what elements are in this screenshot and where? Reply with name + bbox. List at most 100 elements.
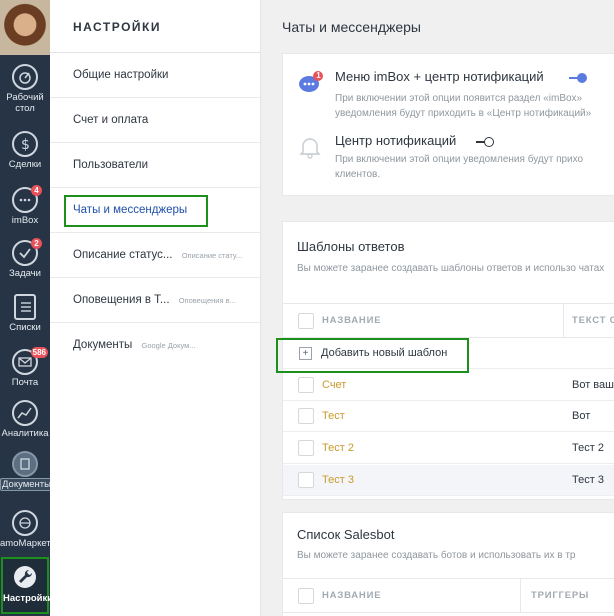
column-separator — [520, 579, 521, 612]
nav-market[interactable]: amoМаркет — [0, 510, 51, 549]
nav-mail-label: Почта — [11, 377, 39, 388]
menu-item-documents[interactable]: Документы Google Докум... — [50, 323, 260, 368]
column-header-name[interactable]: НАЗВАНИЕ — [322, 579, 381, 612]
salesbot-card: Список Salesbot Вы можете заранее создав… — [282, 512, 614, 616]
menu-item-sublabel: Описание стату... — [181, 251, 243, 260]
add-template-row[interactable]: + Добавить новый шаблон — [276, 338, 614, 373]
menu-item-sublabel: Google Докум... — [141, 341, 196, 350]
menu-item-users[interactable]: Пользователи — [50, 143, 260, 188]
main-navigation-rail: Рабочий стол $ Сделки 4 imBox 2 Задачи С… — [0, 0, 53, 616]
template-name[interactable]: Счет — [322, 379, 346, 391]
nav-deals[interactable]: $ Сделки — [0, 131, 50, 170]
menu-item-general[interactable]: Общие настройки — [50, 53, 260, 98]
imbox-notification-badge: 1 — [316, 71, 321, 80]
menu-item-chats[interactable]: Чаты и мессенджеры — [50, 188, 260, 233]
documents-icon — [12, 451, 38, 477]
imbox-chat-icon: 1 — [297, 70, 323, 96]
nav-imbox-label: imBox — [11, 215, 39, 226]
user-avatar[interactable] — [0, 0, 50, 55]
nav-tasks[interactable]: 2 Задачи — [0, 238, 50, 279]
nav-lists-label: Списки — [9, 322, 41, 333]
chat-options-card: 1 Меню imBox + центр нотификаций При вкл… — [282, 53, 614, 196]
row-checkbox[interactable] — [298, 472, 314, 488]
template-row[interactable]: Тест Вот — [283, 401, 614, 432]
column-header-text[interactable]: ТЕКСТ О — [572, 304, 614, 337]
notification-center-toggle[interactable] — [476, 137, 494, 147]
wrench-icon — [12, 565, 38, 591]
page-title: Чаты и мессенджеры — [282, 19, 421, 35]
nav-settings-label: Настройки — [3, 593, 54, 604]
imbox-option-title: Меню imBox + центр нотификаций — [335, 69, 544, 84]
plus-icon: + — [299, 347, 312, 360]
templates-title: Шаблоны ответов — [297, 239, 405, 254]
nav-dashboard-label-2: стол — [15, 103, 35, 114]
market-icon — [12, 510, 38, 536]
nav-tasks-label: Задачи — [9, 268, 41, 279]
toggle-knob — [577, 73, 587, 83]
salesbot-table-header: НАЗВАНИЕ ТРИГГЕРЫ — [283, 578, 614, 613]
analytics-icon — [12, 400, 38, 426]
column-header-triggers[interactable]: ТРИГГЕРЫ — [531, 579, 589, 612]
menu-item-sublabel: Оповещения в... — [178, 296, 236, 305]
main-content: Чаты и мессенджеры 1 Меню imBox + центр … — [262, 0, 614, 616]
row-checkbox[interactable] — [298, 377, 314, 393]
templates-description: Вы можете заранее создавать шаблоны отве… — [297, 263, 605, 274]
chat-icon: 4 — [12, 185, 42, 213]
description-line: уведомления будут приходить в «Центр нот… — [335, 108, 592, 119]
mail-badge: 586 — [30, 347, 48, 358]
nav-analytics-label: Аналитика — [1, 428, 49, 439]
tasks-badge: 2 — [31, 238, 42, 249]
nav-documents[interactable]: Документы — [0, 451, 53, 491]
row-checkbox[interactable] — [298, 408, 314, 424]
row-checkbox[interactable] — [298, 440, 314, 456]
column-separator — [563, 304, 564, 337]
description-line: При включении этой опции уведомления буд… — [335, 154, 584, 165]
menu-item-label: Счет и оплата — [73, 114, 149, 126]
menu-item-label: Документы — [73, 339, 133, 351]
nav-dashboard[interactable]: Рабочий стол — [0, 64, 50, 114]
template-row[interactable]: Тест 3 Тест 3 — [283, 465, 614, 496]
mail-icon: 586 — [12, 347, 48, 375]
nav-market-label: amoМаркет — [0, 538, 51, 549]
column-header-name[interactable]: НАЗВАНИЕ — [322, 304, 381, 337]
template-text: Вот ваша — [572, 379, 614, 391]
select-all-checkbox[interactable] — [298, 588, 314, 604]
bell-icon — [297, 134, 323, 160]
nav-analytics[interactable]: Аналитика — [0, 400, 50, 439]
add-template-label: Добавить новый шаблон — [321, 347, 448, 359]
check-icon: 2 — [12, 238, 42, 266]
dollar-icon: $ — [12, 131, 38, 157]
menu-item-label: Общие настройки — [73, 69, 169, 81]
nav-imbox[interactable]: 4 imBox — [0, 185, 50, 226]
highlight-box — [64, 195, 208, 227]
list-icon — [14, 294, 36, 320]
template-row[interactable]: Счет Вот ваша — [283, 370, 614, 401]
imbox-badge: 4 — [31, 185, 42, 196]
menu-item-notifications[interactable]: Оповещения в Т... Оповещения в... — [50, 278, 260, 323]
nav-documents-label: Документы — [0, 478, 53, 491]
template-name[interactable]: Тест 3 — [322, 474, 354, 486]
description-line: клиентов. — [335, 169, 381, 180]
template-name[interactable]: Тест — [322, 410, 345, 422]
template-row[interactable]: Тест 2 Тест 2 — [283, 433, 614, 464]
menu-item-billing[interactable]: Счет и оплата — [50, 98, 260, 143]
menu-item-label: Оповещения в Т... — [73, 294, 170, 306]
menu-item-label: Пользователи — [73, 159, 149, 171]
nav-mail[interactable]: 586 Почта — [0, 347, 50, 388]
imbox-toggle[interactable] — [569, 73, 587, 83]
menu-item-status-description[interactable]: Описание статус... Описание стату... — [50, 233, 260, 278]
settings-menu: НАСТРОЙКИ Общие настройки Счет и оплата … — [50, 0, 261, 616]
notification-center-title: Центр нотификаций — [335, 133, 457, 148]
select-all-checkbox[interactable] — [298, 313, 314, 329]
reply-templates-card: Шаблоны ответов Вы можете заранее создав… — [276, 221, 614, 500]
nav-lists[interactable]: Списки — [0, 294, 50, 333]
description-line: При включении этой опции появится раздел… — [335, 93, 583, 104]
menu-item-label: Описание статус... — [73, 249, 173, 261]
dashboard-icon — [12, 64, 38, 90]
notification-center-description: При включении этой опции уведомления буд… — [335, 152, 614, 182]
nav-deals-label: Сделки — [8, 159, 42, 170]
template-text: Тест 2 — [572, 442, 604, 454]
template-name[interactable]: Тест 2 — [322, 442, 354, 454]
nav-settings[interactable]: Настройки — [1, 557, 53, 614]
settings-menu-title: НАСТРОЙКИ — [50, 0, 260, 53]
